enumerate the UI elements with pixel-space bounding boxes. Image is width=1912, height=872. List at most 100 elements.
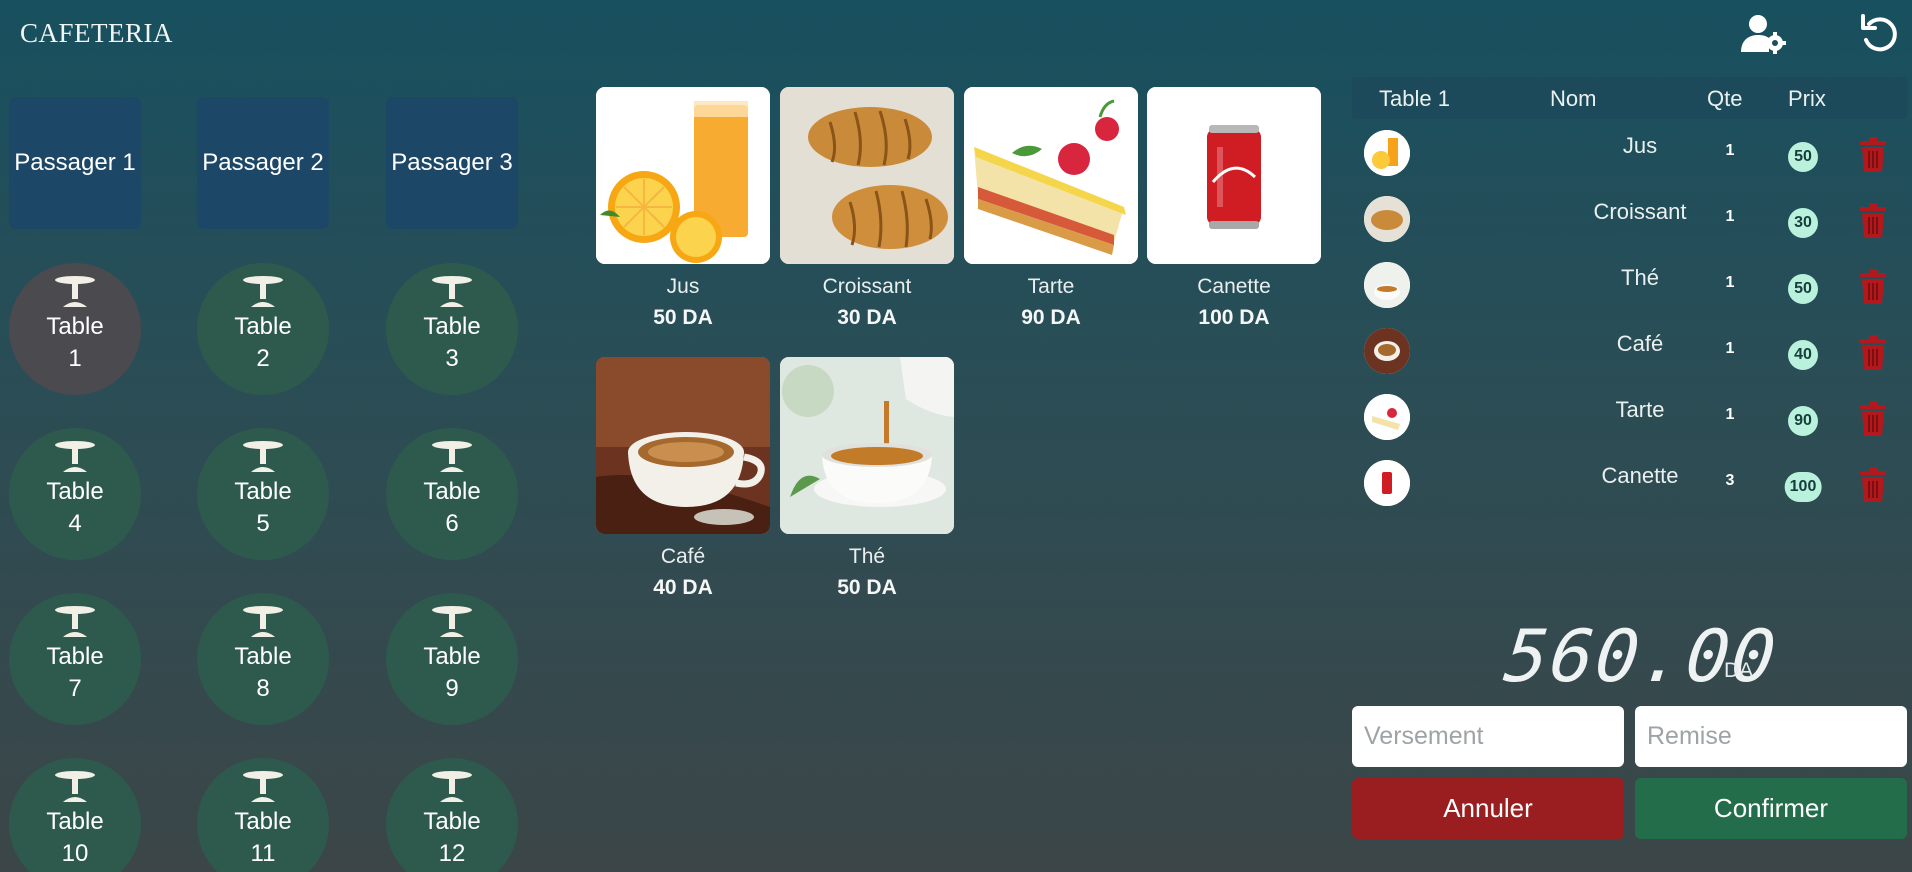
order-row: Thé 1 50 [1352,251,1907,317]
order-header-name: Nom [1550,86,1597,111]
table-button-3[interactable]: Table 3 [386,263,518,395]
table-label: Table [234,313,292,340]
item-thumbnail [1364,460,1410,506]
product-the[interactable]: Thé 50 DA [780,357,954,600]
table-button-5[interactable]: Table 5 [197,428,329,560]
table-label: Table [423,643,481,670]
table-icon [241,440,285,474]
table-icon [241,275,285,309]
table-button-4[interactable]: Table 4 [9,428,141,560]
order-row: Café 1 40 [1352,317,1907,383]
table-number: 6 [445,510,459,537]
product-name: Tarte [1027,275,1075,298]
order-row: Tarte 1 90 [1352,383,1907,449]
table-icon [430,275,474,309]
trash-icon[interactable] [1858,269,1888,305]
item-price-badge: 100 [1784,472,1822,502]
item-price-badge: 30 [1788,208,1818,238]
product-name: Thé [848,545,886,568]
order-header-qty: Qte [1707,86,1743,111]
order-total: 560.00 [1500,614,1782,698]
order-row: Canette 3 100 [1352,449,1907,515]
confirm-button[interactable]: Confirmer [1635,778,1907,839]
table-button-7[interactable]: Table 7 [9,593,141,725]
refresh-icon[interactable] [1855,10,1907,58]
tea-image [780,357,954,534]
table-label: Table [46,313,104,340]
item-qty: 1 [1725,208,1735,225]
item-qty: 1 [1725,142,1735,159]
table-icon [241,605,285,639]
coffee-image [596,357,770,534]
table-icon [430,440,474,474]
versement-input[interactable] [1352,706,1624,767]
item-thumbnail [1364,196,1410,242]
table-label: Table [46,643,104,670]
table-button-2[interactable]: Table 2 [197,263,329,395]
table-icon [53,440,97,474]
table-button-1[interactable]: Table 1 [9,263,141,395]
item-thumbnail [1364,130,1410,176]
order-header-table: Table 1 [1379,86,1450,111]
product-price: 100 DA [1198,306,1270,329]
table-number: 1 [68,345,82,372]
table-icon [430,770,474,804]
item-price-badge: 50 [1788,142,1818,172]
cancel-button[interactable]: Annuler [1352,778,1624,839]
product-name: Café [660,545,706,568]
product-price: 50 DA [653,306,713,329]
product-name: Croissant [822,275,912,298]
trash-icon[interactable] [1858,467,1888,503]
item-price-badge: 90 [1788,406,1818,436]
table-icon [241,770,285,804]
item-thumbnail [1364,394,1410,440]
table-button-9[interactable]: Table 9 [386,593,518,725]
table-label: Table [234,808,292,835]
table-label: Table [234,643,292,670]
table-label: Table [46,478,104,505]
table-label: Table [423,478,481,505]
total-currency: DA [1724,659,1754,682]
table-icon [430,605,474,639]
trash-icon[interactable] [1858,401,1888,437]
passenger-button-2[interactable]: Passager 2 [197,97,329,229]
product-price: 30 DA [837,306,897,329]
item-price-badge: 40 [1788,340,1818,370]
product-jus[interactable]: Jus 50 DA [596,87,770,330]
product-price: 40 DA [653,576,713,599]
item-thumbnail [1364,262,1410,308]
item-qty: 1 [1725,274,1735,291]
passenger-button-1[interactable]: Passager 1 [9,97,141,229]
passenger-button-3[interactable]: Passager 3 [386,97,518,229]
remise-input[interactable] [1635,706,1907,767]
orange-juice-image [596,87,770,264]
table-button-8[interactable]: Table 8 [197,593,329,725]
table-label: Table [423,808,481,835]
table-button-10[interactable]: Table 10 [9,758,141,872]
product-croissant[interactable]: Croissant 30 DA [780,87,954,330]
soda-can-image [1147,87,1321,264]
table-icon [53,770,97,804]
order-table-header: Table 1 Nom Qte Prix [1352,77,1907,119]
product-cafe[interactable]: Café 40 DA [596,357,770,600]
table-button-12[interactable]: Table 12 [386,758,518,872]
order-header-price: Prix [1788,86,1826,111]
trash-icon[interactable] [1858,137,1888,173]
table-number: 4 [68,510,82,537]
table-button-11[interactable]: Table 11 [197,758,329,872]
table-number: 2 [256,345,270,372]
table-button-6[interactable]: Table 6 [386,428,518,560]
table-number: 3 [445,345,459,372]
order-row: Croissant 1 30 [1352,185,1907,251]
table-label: Table [423,313,481,340]
product-name: Canette [1197,275,1271,298]
trash-icon[interactable] [1858,203,1888,239]
order-row: Jus 1 50 [1352,119,1907,185]
product-canette[interactable]: Canette 100 DA [1147,87,1321,330]
trash-icon[interactable] [1858,335,1888,371]
tart-image [964,87,1138,264]
table-number: 8 [256,675,270,702]
product-tarte[interactable]: Tarte 90 DA [964,87,1138,330]
table-number: 11 [250,840,276,867]
user-gear-icon[interactable] [1738,10,1790,58]
